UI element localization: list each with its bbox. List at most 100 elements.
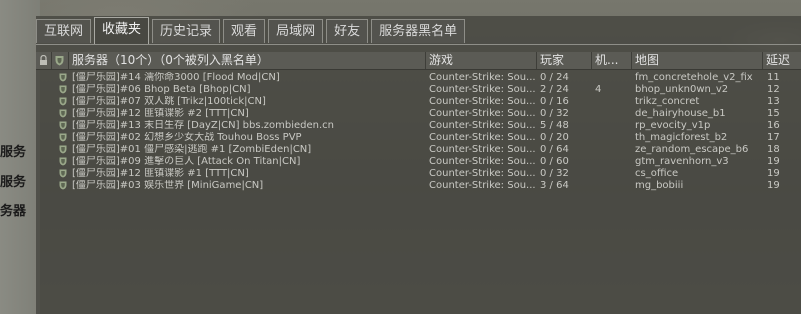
server-row[interactable]: [僵尸乐园]#13 末日生存 [DayZ|CN] bbs.zombieden.c… xyxy=(36,120,801,132)
server-players: 0 / 32 xyxy=(540,168,569,179)
server-game: Counter-Strike: Sou... xyxy=(429,72,535,83)
server-game: Counter-Strike: Sou... xyxy=(429,156,535,167)
server-latency: 19 xyxy=(767,168,780,179)
tab-lan[interactable]: 局域网 xyxy=(268,19,324,43)
server-game: Counter-Strike: Sou... xyxy=(429,84,535,95)
server-map: bhop_unkn0wn_v2 xyxy=(635,84,729,95)
server-players: 3 / 64 xyxy=(540,180,569,191)
server-name: [僵尸乐园]#07 双人跳 [Trikz|100tick|CN] xyxy=(72,96,266,107)
server-map: mg_bobiii xyxy=(635,180,684,191)
server-latency: 13 xyxy=(767,96,780,107)
server-latency: 16 xyxy=(767,120,780,131)
server-players: 2 / 24 xyxy=(540,84,569,95)
server-latency: 11 xyxy=(767,72,780,83)
server-bots xyxy=(595,156,630,168)
tab-divider xyxy=(36,44,801,45)
server-latency: 19 xyxy=(767,180,780,191)
server-game: Counter-Strike: Sou... xyxy=(429,108,535,119)
column-header-map[interactable]: 地图 xyxy=(632,52,763,69)
server-row[interactable]: [僵尸乐园]#09 進擊の巨人 [Attack On Titan|CN] Coun… xyxy=(36,156,801,168)
server-name: [僵尸乐园]#06 Bhop Beta [Bhop|CN] xyxy=(72,84,251,95)
server-name: [僵尸乐园]#13 末日生存 [DayZ|CN] bbs.zombieden.c… xyxy=(72,120,334,131)
background-side-panel: 服务 服务 务器 xyxy=(0,0,40,314)
server-name: [僵尸乐园]#02 幻想乡少女大战 Touhou Boss PVP xyxy=(72,132,302,143)
server-map: gtm_ravenhorn_v3 xyxy=(635,156,729,167)
column-header-bots[interactable]: 机... xyxy=(592,52,632,69)
server-map: rp_evocity_v1p xyxy=(635,120,711,131)
server-bots xyxy=(595,132,630,144)
server-map: trikz_concret xyxy=(635,96,700,107)
shield-icon xyxy=(59,157,67,166)
column-header-secure[interactable] xyxy=(52,52,69,69)
tab-history[interactable]: 历史记录 xyxy=(152,19,221,43)
server-bots xyxy=(595,96,630,108)
column-header-latency[interactable]: 延迟 xyxy=(763,52,801,69)
server-row[interactable]: [僵尸乐园]#12 匪镇谍影 #1 [TTT|CN] Counter-Strike… xyxy=(36,168,801,180)
server-row[interactable]: [僵尸乐园]#03 娱乐世界 [MiniGame|CN] Counter-Stri… xyxy=(36,180,801,192)
tab-internet[interactable]: 互联网 xyxy=(36,19,92,43)
background-label: 服务 xyxy=(0,175,27,190)
server-players: 0 / 24 xyxy=(540,72,569,83)
server-list: 服务器（10个）（0个被列入黑名单） 游戏 玩家 机... 地图 延迟 [僵尸乐… xyxy=(36,52,801,192)
server-name: [僵尸乐园]#01 僵尸感染|逃跑 #1 [ZombiEden|CN] xyxy=(72,144,312,155)
server-bots xyxy=(595,168,630,180)
server-browser-dialog: 互联网 收藏夹 历史记录 观看 局域网 好友 服务器黑名单 服务器（10个）（0… xyxy=(36,16,801,314)
server-players: 0 / 16 xyxy=(540,96,569,107)
shield-icon xyxy=(59,145,67,154)
tab-spectate[interactable]: 观看 xyxy=(223,19,266,43)
tab-favorites[interactable]: 收藏夹 xyxy=(94,17,150,44)
server-latency: 19 xyxy=(767,156,780,167)
server-name: [僵尸乐园]#14 濡你命3000 [Flood Mod|CN] xyxy=(72,72,280,83)
shield-icon xyxy=(59,97,67,106)
server-game: Counter-Strike: Sou... xyxy=(429,180,535,191)
server-latency: 12 xyxy=(767,84,780,95)
server-row[interactable]: [僵尸乐园]#01 僵尸感染|逃跑 #1 [ZombiEden|CN] Count… xyxy=(36,144,801,156)
server-bots xyxy=(595,72,630,84)
server-players: 0 / 20 xyxy=(540,132,569,143)
server-row[interactable]: [僵尸乐园]#07 双人跳 [Trikz|100tick|CN] Counter-… xyxy=(36,96,801,108)
server-game: Counter-Strike: Sou... xyxy=(429,120,535,131)
server-game: Counter-Strike: Sou... xyxy=(429,132,535,143)
server-list-header: 服务器（10个）（0个被列入黑名单） 游戏 玩家 机... 地图 延迟 xyxy=(36,52,801,70)
column-header-game[interactable]: 游戏 xyxy=(426,52,537,69)
tab-friends[interactable]: 好友 xyxy=(326,19,369,43)
server-map: ze_random_escape_b6 xyxy=(635,144,749,155)
server-map: fm_concretehole_v2_fix xyxy=(635,72,753,83)
shield-icon xyxy=(59,133,67,142)
shield-icon xyxy=(59,121,67,130)
lock-icon xyxy=(40,55,47,65)
server-rows: [僵尸乐园]#14 濡你命3000 [Flood Mod|CN] Counter-… xyxy=(36,70,801,192)
server-latency: 17 xyxy=(767,132,780,143)
server-map: de_hairyhouse_b1 xyxy=(635,108,726,119)
server-row[interactable]: [僵尸乐园]#14 濡你命3000 [Flood Mod|CN] Counter-… xyxy=(36,72,801,84)
server-game: Counter-Strike: Sou... xyxy=(429,144,535,155)
server-name: [僵尸乐园]#12 匪镇谍影 #1 [TTT|CN] xyxy=(72,168,249,179)
tab-blacklist[interactable]: 服务器黑名单 xyxy=(371,19,466,43)
server-players: 0 / 32 xyxy=(540,108,569,119)
server-row[interactable]: [僵尸乐园]#12 匪镇谍影 #2 [TTT|CN] Counter-Strike… xyxy=(36,108,801,120)
shield-icon xyxy=(59,181,67,190)
server-bots xyxy=(595,108,630,120)
column-header-players[interactable]: 玩家 xyxy=(537,52,592,69)
shield-icon xyxy=(59,169,67,178)
tab-bar: 互联网 收藏夹 历史记录 观看 局域网 好友 服务器黑名单 xyxy=(36,17,466,45)
shield-icon xyxy=(59,73,67,82)
server-players: 5 / 48 xyxy=(540,120,569,131)
server-latency: 18 xyxy=(767,144,780,155)
server-bots xyxy=(595,180,630,192)
shield-icon xyxy=(59,85,67,94)
server-players: 0 / 64 xyxy=(540,144,569,155)
shield-icon xyxy=(55,56,64,66)
shield-icon xyxy=(59,109,67,118)
server-latency: 15 xyxy=(767,108,780,119)
server-map: th_magicforest_b2 xyxy=(635,132,728,143)
server-name: [僵尸乐园]#03 娱乐世界 [MiniGame|CN] xyxy=(72,180,264,191)
server-bots: 4 xyxy=(595,84,602,95)
column-header-servers[interactable]: 服务器（10个）（0个被列入黑名单） xyxy=(69,52,426,69)
server-name: [僵尸乐园]#09 進擊の巨人 [Attack On Titan|CN] xyxy=(72,156,301,167)
column-header-lock[interactable] xyxy=(36,52,52,69)
server-row[interactable]: [僵尸乐园]#06 Bhop Beta [Bhop|CN] Counter-Str… xyxy=(36,84,801,96)
server-map: cs_office xyxy=(635,168,679,179)
server-row[interactable]: [僵尸乐园]#02 幻想乡少女大战 Touhou Boss PVP Counter… xyxy=(36,132,801,144)
server-game: Counter-Strike: Sou... xyxy=(429,96,535,107)
